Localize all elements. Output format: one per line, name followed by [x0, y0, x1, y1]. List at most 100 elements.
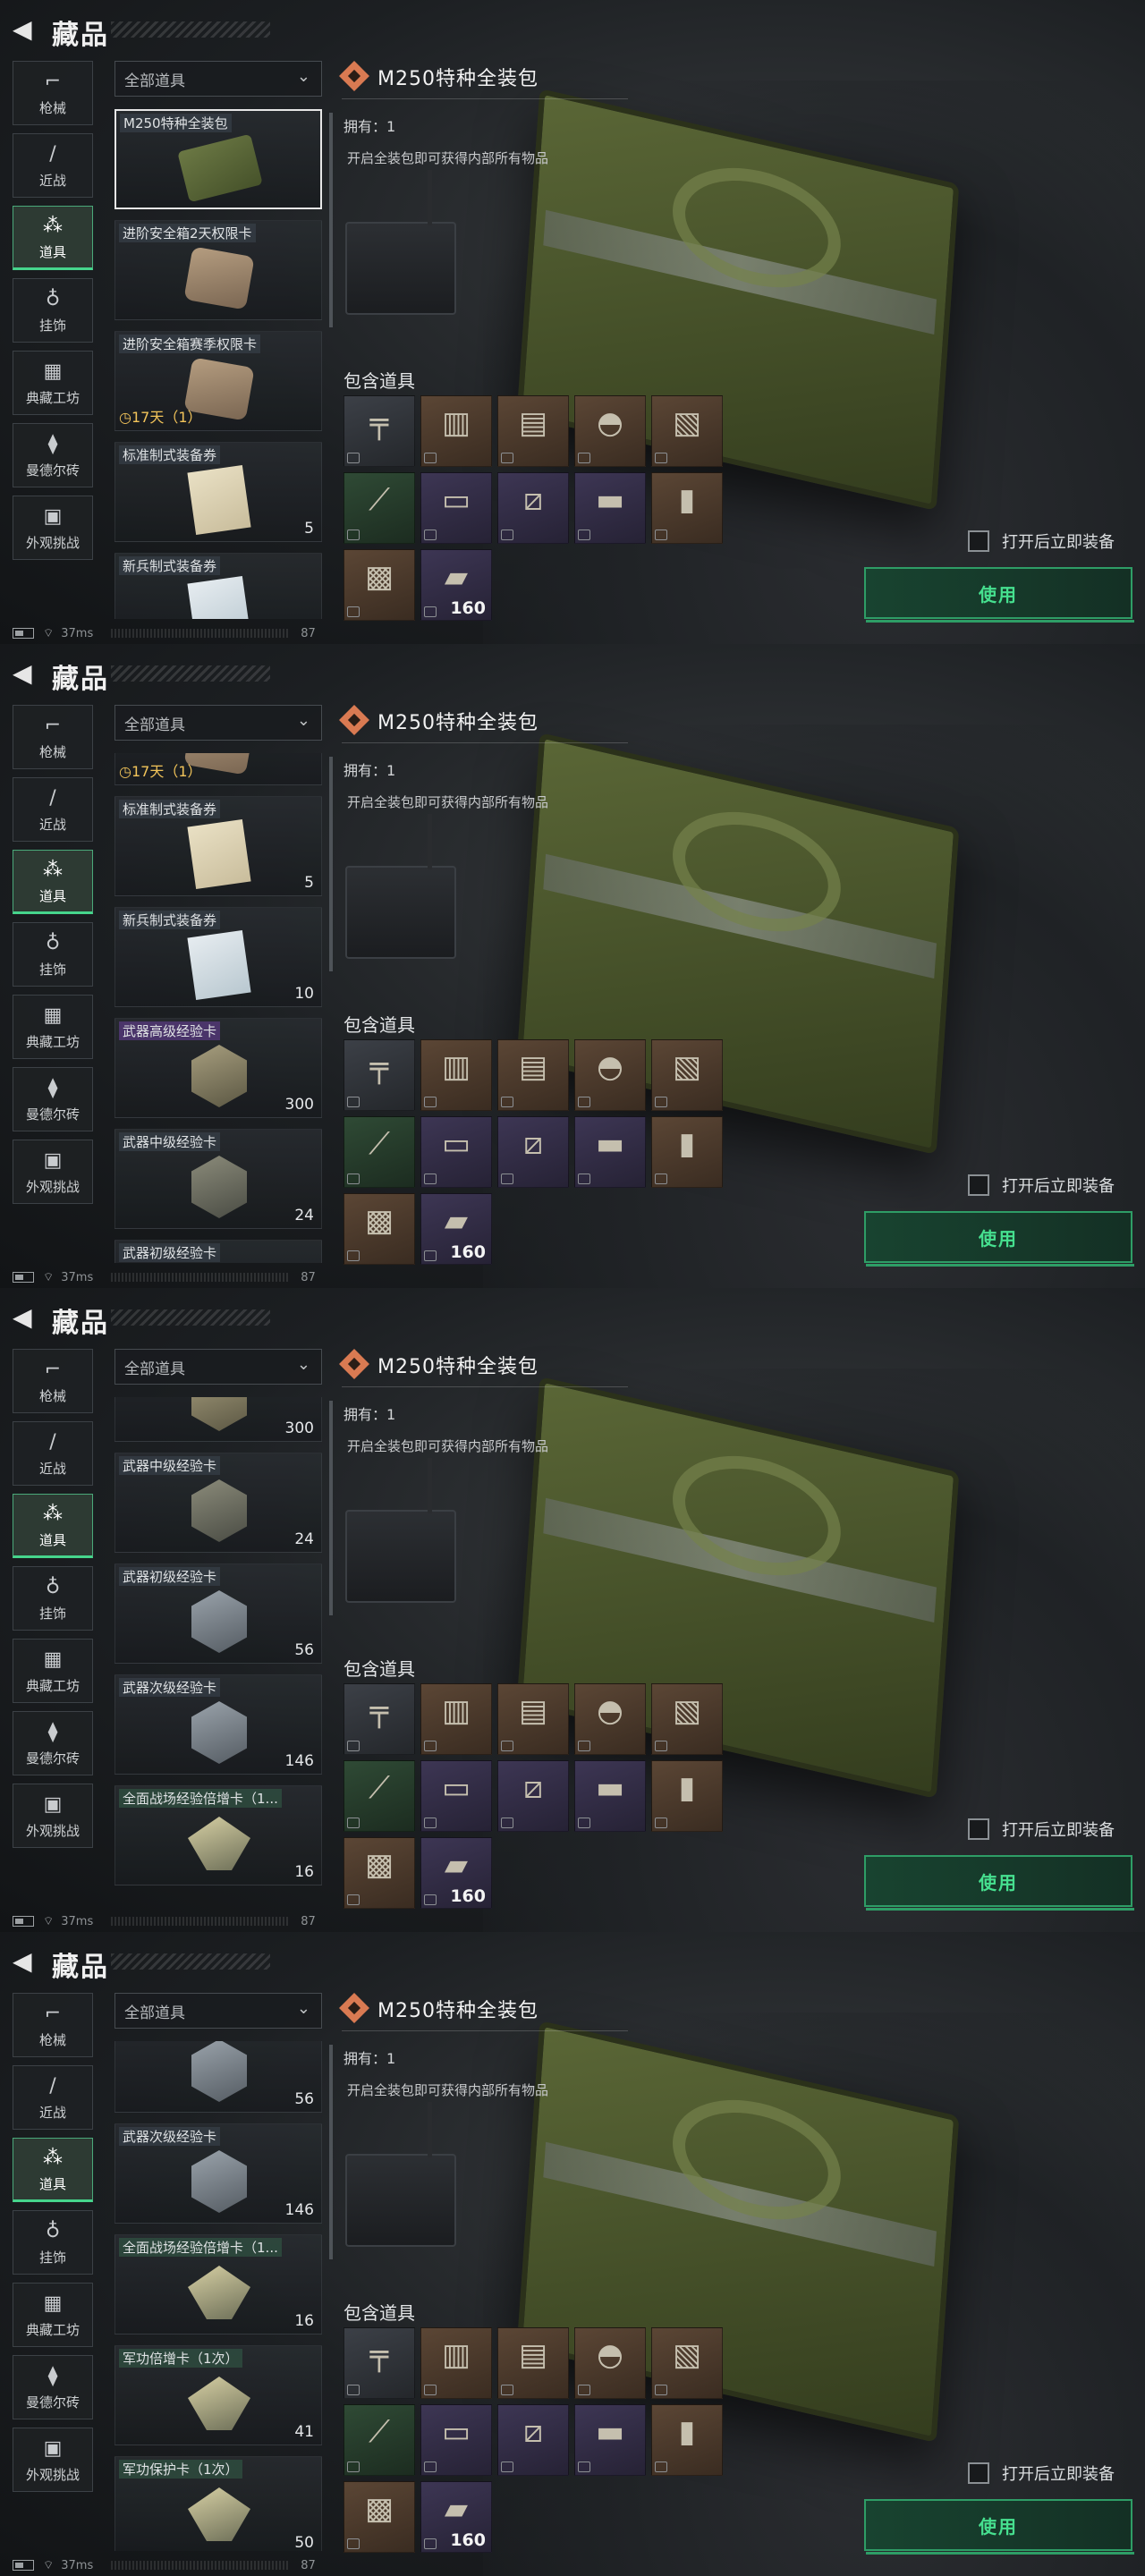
use-button[interactable]: 使用 — [864, 2499, 1134, 2555]
filter-dropdown[interactable]: 全部道具 ⌄ — [114, 1349, 322, 1385]
filter-dropdown[interactable]: 全部道具 ⌄ — [114, 61, 322, 97]
content-item[interactable]: ▩ — [344, 2481, 415, 2553]
list-item[interactable]: 新兵制式装备券10 — [114, 907, 322, 1007]
sidebar-item-7[interactable]: ▣ 外观挑战 — [13, 496, 93, 560]
content-item[interactable]: ▮ — [651, 472, 723, 544]
content-item[interactable]: ◓ — [574, 1683, 646, 1755]
list-scrollbar[interactable] — [329, 2045, 333, 2259]
list-item[interactable]: 武器初级经验卡 56 — [114, 1563, 322, 1664]
content-item[interactable]: ▬ — [574, 472, 646, 544]
content-item[interactable]: ▤ — [497, 1683, 569, 1755]
content-item[interactable]: ▤ — [497, 2327, 569, 2399]
content-item[interactable]: ╤ — [344, 395, 415, 467]
list-item[interactable]: 武器高级经验卡300 — [114, 1397, 322, 1442]
back-arrow-icon[interactable]: ◀ — [13, 1302, 32, 1332]
sidebar-item-3[interactable]: ⁂ 道具 — [13, 1494, 93, 1558]
list-item[interactable]: 56 — [114, 2041, 322, 2113]
sidebar-item-5[interactable]: ▦ 典藏工坊 — [13, 1639, 93, 1703]
content-item[interactable]: ▤ — [497, 1039, 569, 1111]
sidebar-item-6[interactable]: ⧫ 曼德尔砖 — [13, 2355, 93, 2419]
content-item[interactable]: ▧ — [651, 1039, 723, 1111]
sidebar-item-7[interactable]: ▣ 外观挑战 — [13, 2428, 93, 2492]
sidebar-item-6[interactable]: ⧫ 曼德尔砖 — [13, 423, 93, 487]
content-item[interactable]: ▭ — [420, 1760, 492, 1832]
list-item[interactable]: 全面战场经验倍增卡（1... 16 — [114, 2234, 322, 2334]
content-item[interactable]: ◓ — [574, 395, 646, 467]
list-item[interactable]: 军功保护卡（1次） 50 — [114, 2456, 322, 2551]
sidebar-item-7[interactable]: ▣ 外观挑战 — [13, 1140, 93, 1204]
list-item[interactable]: 进阶安全箱赛季权限卡 ◷17天（1） — [114, 331, 322, 431]
sidebar-item-1[interactable]: ⌐ 枪械 — [13, 1993, 93, 2057]
equip-checkbox[interactable] — [968, 530, 989, 552]
back-arrow-icon[interactable]: ◀ — [13, 1946, 32, 1976]
list-scrollbar[interactable] — [329, 113, 333, 327]
content-item[interactable]: ▮ — [651, 1116, 723, 1188]
filter-dropdown[interactable]: 全部道具 ⌄ — [114, 705, 322, 741]
list-item[interactable]: 进阶安全箱2天权限卡 — [114, 220, 322, 320]
sidebar-item-2[interactable]: / 近战 — [13, 777, 93, 842]
content-item[interactable]: ▰ 160 — [420, 1837, 492, 1909]
sidebar-item-1[interactable]: ⌐ 枪械 — [13, 1349, 93, 1413]
content-item[interactable]: ▬ — [574, 1116, 646, 1188]
content-item[interactable]: ▭ — [420, 1116, 492, 1188]
list-item[interactable]: 武器中级经验卡 24 — [114, 1129, 322, 1229]
list-item[interactable]: 标准制式装备券 5 — [114, 442, 322, 542]
equip-checkbox-row[interactable]: 打开后立即装备 — [968, 1174, 1115, 1197]
equip-checkbox[interactable] — [968, 1174, 989, 1196]
content-item[interactable]: ⧄ — [497, 472, 569, 544]
content-item[interactable]: ▮ — [651, 1760, 723, 1832]
sidebar-item-6[interactable]: ⧫ 曼德尔砖 — [13, 1067, 93, 1131]
sidebar-item-2[interactable]: / 近战 — [13, 2065, 93, 2130]
content-item[interactable]: ◓ — [574, 1039, 646, 1111]
content-item[interactable]: ⟋ — [344, 2404, 415, 2476]
back-arrow-icon[interactable]: ◀ — [13, 14, 32, 44]
sidebar-item-5[interactable]: ▦ 典藏工坊 — [13, 995, 93, 1059]
content-item[interactable]: ▧ — [651, 395, 723, 467]
content-item[interactable]: ▥ — [420, 395, 492, 467]
equip-checkbox[interactable] — [968, 1818, 989, 1840]
list-item[interactable]: 武器中级经验卡 24 — [114, 1453, 322, 1553]
content-item[interactable]: ╤ — [344, 1683, 415, 1755]
content-item[interactable]: ▭ — [420, 472, 492, 544]
sidebar-item-7[interactable]: ▣ 外观挑战 — [13, 1784, 93, 1848]
sidebar-item-3[interactable]: ⁂ 道具 — [13, 2138, 93, 2202]
list-item[interactable]: ◷17天（1） — [114, 753, 322, 785]
equip-checkbox[interactable] — [968, 2462, 989, 2484]
equip-checkbox-row[interactable]: 打开后立即装备 — [968, 2462, 1115, 2485]
sidebar-item-5[interactable]: ▦ 典藏工坊 — [13, 351, 93, 415]
content-item[interactable]: ▰ 160 — [420, 549, 492, 621]
use-button[interactable]: 使用 — [864, 1211, 1134, 1267]
list-item[interactable]: 标准制式装备券 5 — [114, 796, 322, 896]
sidebar-item-4[interactable]: ♁ 挂饰 — [13, 922, 93, 987]
filter-dropdown[interactable]: 全部道具 ⌄ — [114, 1993, 322, 2029]
list-item[interactable]: 武器高级经验卡300 — [114, 1018, 322, 1118]
list-scrollbar[interactable] — [329, 1401, 333, 1615]
list-item[interactable]: M250特种全装包 — [114, 109, 322, 209]
content-item[interactable]: ⧄ — [497, 1760, 569, 1832]
list-item[interactable]: 军功倍增卡（1次） 41 — [114, 2345, 322, 2445]
content-item[interactable]: ▧ — [651, 2327, 723, 2399]
content-item[interactable]: ▰ 160 — [420, 2481, 492, 2553]
list-scrollbar[interactable] — [329, 757, 333, 971]
content-item[interactable]: ▭ — [420, 2404, 492, 2476]
content-item[interactable]: ▩ — [344, 1193, 415, 1265]
list-item[interactable]: 全面战场经验倍增卡（1... 16 — [114, 1785, 322, 1885]
content-item[interactable]: ▧ — [651, 1683, 723, 1755]
sidebar-item-4[interactable]: ♁ 挂饰 — [13, 2210, 93, 2275]
content-item[interactable]: ◓ — [574, 2327, 646, 2399]
content-item[interactable]: ⟋ — [344, 472, 415, 544]
list-item[interactable]: 新兵制式装备券10 — [114, 553, 322, 619]
list-item[interactable]: 武器初级经验卡 — [114, 1240, 322, 1263]
content-item[interactable]: ⟋ — [344, 1116, 415, 1188]
content-item[interactable]: ⟋ — [344, 1760, 415, 1832]
sidebar-item-1[interactable]: ⌐ 枪械 — [13, 705, 93, 769]
sidebar-item-2[interactable]: / 近战 — [13, 1421, 93, 1486]
content-item[interactable]: ▰ 160 — [420, 1193, 492, 1265]
content-item[interactable]: ▮ — [651, 2404, 723, 2476]
sidebar-item-4[interactable]: ♁ 挂饰 — [13, 278, 93, 343]
sidebar-item-4[interactable]: ♁ 挂饰 — [13, 1566, 93, 1631]
use-button[interactable]: 使用 — [864, 1855, 1134, 1911]
content-item[interactable]: ⧄ — [497, 2404, 569, 2476]
content-item[interactable]: ╤ — [344, 2327, 415, 2399]
equip-checkbox-row[interactable]: 打开后立即装备 — [968, 530, 1115, 553]
